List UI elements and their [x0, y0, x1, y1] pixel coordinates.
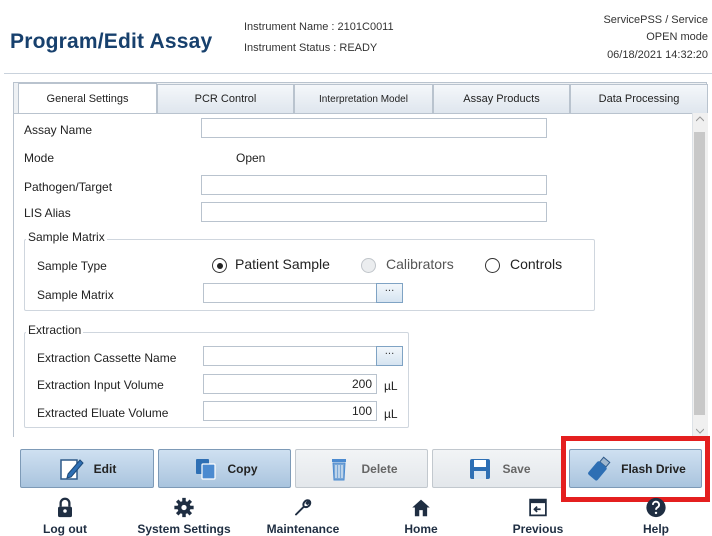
tab-interpretation-model[interactable]: Interpretation Model — [294, 84, 433, 113]
previous-label: Previous — [512, 522, 564, 536]
lis-alias-label: LIS Alias — [24, 206, 71, 220]
extraction-group-title: Extraction — [26, 323, 84, 337]
copy-icon — [195, 458, 216, 480]
radio-calibrators[interactable] — [361, 258, 376, 273]
wrench-icon — [295, 499, 312, 516]
instrument-name: Instrument Name : 2101C0011 — [244, 21, 394, 33]
user-info: ServicePSS / Service — [603, 14, 708, 26]
instrument-status: Instrument Status : READY — [244, 42, 378, 54]
save-button[interactable]: Save — [432, 449, 565, 488]
patient-sample-label[interactable]: Patient Sample — [235, 256, 330, 272]
logout-label: Log out — [43, 522, 87, 536]
nav-previous[interactable]: Previous — [478, 497, 598, 536]
delete-label: Delete — [361, 461, 398, 476]
gear-icon — [174, 497, 194, 518]
nav-home[interactable]: Home — [361, 497, 481, 536]
highlight-box — [561, 436, 710, 502]
tab-general-settings[interactable]: General Settings — [18, 83, 157, 114]
eluate-volume-input[interactable]: 100 — [203, 401, 377, 421]
home-icon — [412, 499, 430, 517]
sample-matrix-browse-button[interactable]: ··· — [376, 283, 403, 303]
cassette-browse-button[interactable]: ··· — [376, 346, 403, 366]
radio-patient-sample[interactable] — [212, 258, 227, 273]
scrollbar-thumb[interactable] — [694, 132, 705, 415]
help-label: Help — [642, 522, 669, 536]
calibrators-label[interactable]: Calibrators — [386, 256, 454, 272]
help-icon — [646, 497, 666, 518]
tab-assay-products[interactable]: Assay Products — [433, 84, 570, 113]
pencil-icon — [59, 458, 84, 480]
previous-icon — [529, 498, 547, 517]
input-volume-label: Extraction Input Volume — [37, 378, 164, 392]
maintenance-label: Maintenance — [266, 522, 340, 536]
eluate-volume-label: Extracted Eluate Volume — [37, 406, 169, 420]
tab-pcr-control[interactable]: PCR Control — [157, 84, 294, 113]
mode-value: Open — [236, 151, 266, 165]
floppy-icon — [470, 458, 491, 479]
edit-label: Edit — [93, 461, 117, 476]
controls-label[interactable]: Controls — [510, 256, 562, 272]
system-settings-label: System Settings — [137, 522, 231, 536]
lis-alias-input[interactable] — [201, 202, 547, 222]
pathogen-input[interactable] — [201, 175, 547, 195]
cassette-input[interactable] — [203, 346, 377, 366]
sample-matrix-label: Sample Matrix — [37, 288, 114, 302]
assay-panel: General Settings PCR Control Interpretat… — [13, 82, 708, 438]
general-settings-content: Assay Name Mode Open Pathogen/Target LIS… — [14, 113, 692, 438]
tab-data-processing[interactable]: Data Processing — [570, 84, 708, 113]
sample-matrix-group-title: Sample Matrix — [26, 230, 107, 244]
nav-logout[interactable]: Log out — [5, 497, 125, 536]
copy-button[interactable]: Copy — [158, 449, 291, 488]
tab-bar: General Settings PCR Control Interpretat… — [14, 83, 708, 114]
copy-label: Copy — [227, 461, 258, 476]
eluate-volume-unit: µL — [384, 407, 398, 421]
cassette-label: Extraction Cassette Name — [37, 351, 177, 365]
sample-matrix-input[interactable] — [203, 283, 377, 303]
nav-help[interactable]: Help — [596, 497, 712, 536]
edit-button[interactable]: Edit — [20, 449, 154, 488]
delete-button[interactable]: Delete — [295, 449, 428, 488]
pathogen-label: Pathogen/Target — [24, 180, 113, 194]
input-volume-input[interactable]: 200 — [203, 374, 377, 394]
nav-maintenance[interactable]: Maintenance — [243, 497, 363, 536]
assay-name-label: Assay Name — [24, 123, 93, 137]
lock-icon — [58, 497, 72, 518]
mode-label: Mode — [24, 151, 55, 165]
trash-icon — [332, 458, 347, 480]
scroll-up-icon[interactable] — [696, 116, 704, 122]
page-title: Program/Edit Assay — [10, 30, 213, 53]
mode-info: OPEN mode — [646, 31, 708, 43]
nav-system-settings[interactable]: System Settings — [124, 497, 244, 536]
save-label: Save — [502, 461, 531, 476]
assay-name-input[interactable] — [201, 118, 547, 138]
radio-controls[interactable] — [485, 258, 500, 273]
header-divider — [4, 73, 712, 74]
home-label: Home — [404, 522, 438, 536]
datetime: 06/18/2021 14:32:20 — [607, 49, 708, 61]
sample-type-label: Sample Type — [37, 259, 107, 273]
scroll-down-icon[interactable] — [696, 428, 704, 434]
input-volume-unit: µL — [384, 379, 398, 393]
